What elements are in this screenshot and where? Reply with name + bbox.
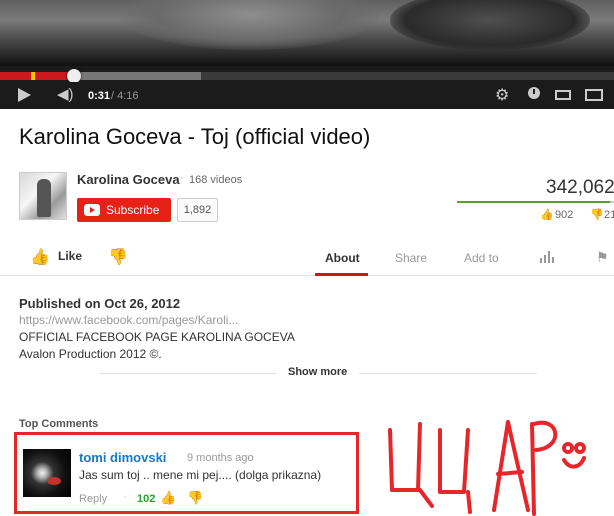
fullscreen-icon[interactable] bbox=[585, 89, 603, 101]
like-button[interactable]: Like bbox=[58, 249, 82, 263]
separator-dot: · bbox=[123, 491, 127, 503]
theater-mode-icon[interactable] bbox=[555, 90, 571, 100]
youtube-logo-icon bbox=[84, 204, 100, 216]
time-total: / 4:16 bbox=[111, 90, 139, 102]
video-frame-shade bbox=[390, 0, 590, 50]
thumbs-up-icon: 👍 bbox=[540, 209, 554, 221]
volume-icon[interactable]: ◀) bbox=[57, 85, 74, 103]
action-bar: 👍 Like 👎 About Share Add to ⚑ bbox=[0, 238, 614, 276]
ad-marker bbox=[31, 72, 35, 80]
comment-text: Jas sum toj .. mene mi pej.... (dolga pr… bbox=[79, 468, 322, 482]
channel-name-link[interactable]: Karolina Goceva bbox=[77, 172, 180, 187]
gear-icon[interactable]: ⚙ bbox=[495, 85, 509, 105]
separator-dot: · bbox=[180, 172, 184, 184]
subscribe-button[interactable]: Subscribe bbox=[77, 198, 171, 222]
like-count: 902 bbox=[555, 209, 574, 221]
comment-timestamp[interactable]: 9 months ago bbox=[187, 452, 254, 464]
show-more-button[interactable]: Show more bbox=[276, 366, 360, 378]
channel-avatar[interactable] bbox=[19, 172, 67, 220]
player-controls: ◀) 0:31 / 4:16 ⚙ bbox=[0, 82, 614, 109]
thumbs-down-icon[interactable]: 👎 bbox=[187, 490, 203, 506]
like-ratio-fill bbox=[457, 201, 611, 203]
progress-bar[interactable] bbox=[0, 69, 614, 83]
scrubber-handle[interactable] bbox=[67, 69, 82, 83]
tab-add-to[interactable]: Add to bbox=[464, 251, 499, 265]
like-ratio-bar bbox=[457, 201, 614, 203]
dislike-count: 21 bbox=[604, 209, 614, 221]
active-tab-underline bbox=[315, 273, 368, 276]
avatar-figure bbox=[37, 179, 51, 217]
time-current: 0:31 bbox=[88, 90, 111, 102]
description-line: OFFICIAL FACEBOOK PAGE KAROLINA GOCEVA bbox=[19, 330, 295, 344]
thumbs-down-icon: 👎 bbox=[590, 209, 604, 221]
tab-about[interactable]: About bbox=[325, 251, 360, 265]
subscriber-count: 1,892 bbox=[177, 198, 218, 222]
video-title: Karolina Goceva - Toj (official video) bbox=[19, 124, 371, 149]
handwritten-annotation bbox=[388, 420, 586, 516]
video-frame-shade bbox=[120, 0, 380, 50]
description-link[interactable]: https://www.facebook.com/pages/Karoli... bbox=[19, 313, 238, 327]
subscribe-label: Subscribe bbox=[106, 203, 160, 217]
video-frame[interactable] bbox=[0, 0, 614, 66]
thumbs-up-icon[interactable]: 👍 bbox=[160, 490, 176, 506]
progress-played bbox=[0, 72, 75, 80]
comment-like-count: 102 bbox=[137, 493, 156, 505]
video-player[interactable]: ◀) 0:31 / 4:16 ⚙ bbox=[0, 0, 614, 109]
description-line: Avalon Production 2012 ©. bbox=[19, 347, 162, 361]
avatar[interactable] bbox=[23, 449, 71, 497]
comments-heading: Top Comments bbox=[19, 418, 99, 430]
comment-author-link[interactable]: tomi dimovski bbox=[79, 450, 166, 465]
watch-later-icon[interactable] bbox=[528, 87, 540, 99]
thumbs-up-icon[interactable]: 👍 bbox=[30, 247, 50, 267]
play-icon[interactable] bbox=[18, 88, 31, 102]
tab-share[interactable]: Share bbox=[395, 251, 427, 265]
flag-icon[interactable]: ⚑ bbox=[596, 249, 609, 266]
thumbs-down-icon[interactable]: 👎 bbox=[108, 247, 128, 267]
stats-icon[interactable] bbox=[540, 251, 554, 263]
publish-date: Published on Oct 26, 2012 bbox=[19, 296, 181, 311]
view-count: 342,062 bbox=[546, 177, 614, 198]
comment-item: tomi dimovski 9 months ago Jas sum toj .… bbox=[14, 432, 359, 514]
channel-video-count[interactable]: 168 videos bbox=[189, 174, 242, 186]
reply-button[interactable]: Reply bbox=[79, 493, 107, 505]
